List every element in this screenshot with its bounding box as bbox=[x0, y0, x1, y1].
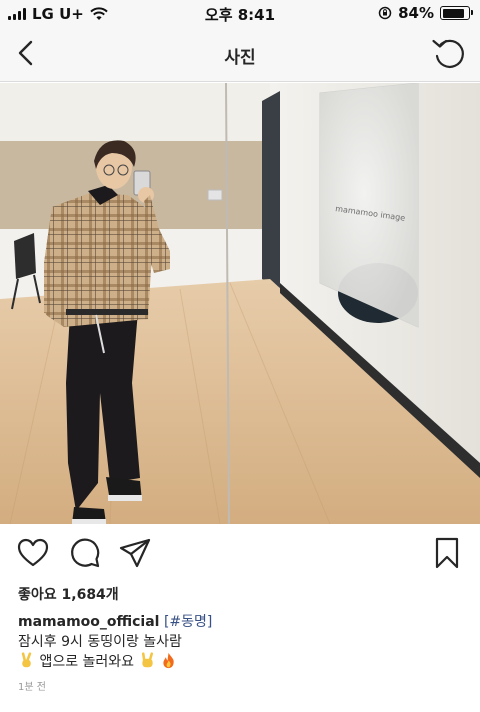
post-username[interactable]: mamamoo_official bbox=[18, 614, 159, 630]
refresh-button[interactable] bbox=[430, 35, 468, 73]
mirror-selfie-image: mamamoo image bbox=[0, 83, 480, 524]
caption-header: mamamoo_official [#동명] bbox=[18, 612, 468, 632]
heart-icon bbox=[17, 538, 49, 567]
caption-line-2-row: 앱으로 놀러와요 bbox=[18, 652, 468, 672]
share-icon bbox=[119, 538, 151, 568]
nav-bar: 사진 bbox=[0, 26, 480, 82]
post-actions bbox=[0, 532, 480, 576]
share-button[interactable] bbox=[118, 536, 152, 570]
hashtag-link[interactable]: [#동명] bbox=[164, 614, 212, 630]
caption-line-1: 잠시후 9시 동띵이랑 놀사람 bbox=[18, 634, 182, 650]
post-caption: mamamoo_official [#동명] 잠시후 9시 동띵이랑 놀사람 앱… bbox=[18, 612, 468, 672]
bookmark-icon bbox=[435, 537, 459, 569]
like-button[interactable] bbox=[16, 536, 50, 570]
caption-line-2: 앱으로 놀러와요 bbox=[39, 654, 135, 670]
battery-percent: 84% bbox=[398, 4, 434, 22]
comment-button[interactable] bbox=[68, 536, 102, 570]
fire-emoji bbox=[163, 652, 174, 669]
comment-icon bbox=[71, 538, 100, 568]
bookmark-button[interactable] bbox=[430, 536, 464, 570]
post-photo[interactable]: mamamoo image bbox=[0, 83, 480, 524]
rotation-lock-icon bbox=[378, 6, 392, 20]
post-timestamp: 1분 전 bbox=[18, 682, 46, 693]
status-bar: LG U+ 오후 8:41 84% bbox=[0, 0, 480, 26]
victory-hand-emoji bbox=[21, 652, 32, 668]
likes-count[interactable]: 좋아요 1,684개 bbox=[18, 584, 119, 604]
rock-hand-emoji bbox=[141, 652, 153, 668]
battery-fill bbox=[442, 8, 464, 18]
refresh-icon bbox=[432, 39, 464, 68]
page-title: 사진 bbox=[224, 48, 256, 68]
status-right: 84% bbox=[378, 4, 473, 22]
battery-icon bbox=[440, 6, 473, 20]
